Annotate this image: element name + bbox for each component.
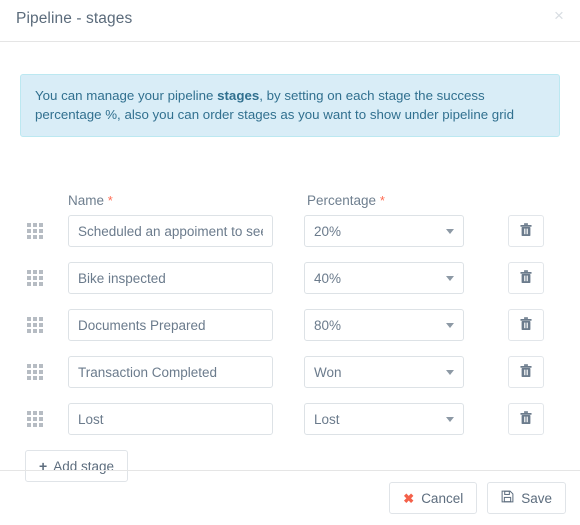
delete-stage-button[interactable] (508, 309, 544, 341)
stage-percentage-select[interactable]: 20% (304, 215, 464, 247)
trash-icon (520, 410, 532, 428)
pipeline-stages-dialog: Pipeline - stages × You can manage your … (0, 0, 580, 525)
table-row: 80% (0, 309, 580, 341)
column-header-percentage-label: Percentage (307, 193, 377, 208)
stage-name-input[interactable] (68, 356, 273, 388)
save-button[interactable]: Save (487, 482, 566, 514)
trash-icon (520, 316, 532, 334)
drag-handle-icon[interactable] (25, 409, 45, 429)
dialog-footer: ✖ Cancel Save (0, 470, 580, 525)
column-header-name: Name * (68, 193, 113, 208)
required-asterisk: * (107, 193, 113, 208)
delete-stage-button[interactable] (508, 262, 544, 294)
table-row: 20% (0, 215, 580, 247)
column-header-name-label: Name (68, 193, 105, 208)
table-row: Lost (0, 403, 580, 435)
column-header-percentage: Percentage * (307, 193, 385, 208)
stage-percentage-select[interactable]: Lost (304, 403, 464, 435)
cancel-button[interactable]: ✖ Cancel (389, 482, 478, 514)
drag-handle-icon[interactable] (25, 315, 45, 335)
floppy-disk-icon (501, 490, 514, 506)
stage-name-input[interactable] (68, 215, 273, 247)
drag-handle-icon[interactable] (25, 221, 45, 241)
save-button-label: Save (521, 490, 552, 506)
info-banner: You can manage your pipeline stages, by … (20, 74, 560, 137)
table-row: 40% (0, 262, 580, 294)
delete-stage-button[interactable] (508, 356, 544, 388)
info-banner-bold: stages (217, 88, 260, 103)
info-banner-text-before: You can manage your pipeline (35, 88, 218, 103)
dialog-body: You can manage your pipeline stages, by … (0, 42, 580, 482)
close-x-icon: ✖ (403, 490, 415, 506)
drag-handle-icon[interactable] (25, 268, 45, 288)
stage-name-input[interactable] (68, 403, 273, 435)
trash-icon (520, 363, 532, 381)
close-icon[interactable]: × (549, 6, 569, 26)
trash-icon (520, 222, 532, 240)
table-row: Won (0, 356, 580, 388)
delete-stage-button[interactable] (508, 403, 544, 435)
stage-percentage-select[interactable]: 80% (304, 309, 464, 341)
dialog-header: Pipeline - stages × (0, 0, 580, 42)
required-asterisk: * (379, 193, 385, 208)
stage-name-input[interactable] (68, 309, 273, 341)
delete-stage-button[interactable] (508, 215, 544, 247)
cancel-button-label: Cancel (421, 490, 464, 506)
stage-percentage-select[interactable]: Won (304, 356, 464, 388)
drag-handle-icon[interactable] (25, 362, 45, 382)
page-title: Pipeline - stages (16, 10, 133, 27)
stage-percentage-select[interactable]: 40% (304, 262, 464, 294)
stage-name-input[interactable] (68, 262, 273, 294)
trash-icon (520, 269, 532, 287)
